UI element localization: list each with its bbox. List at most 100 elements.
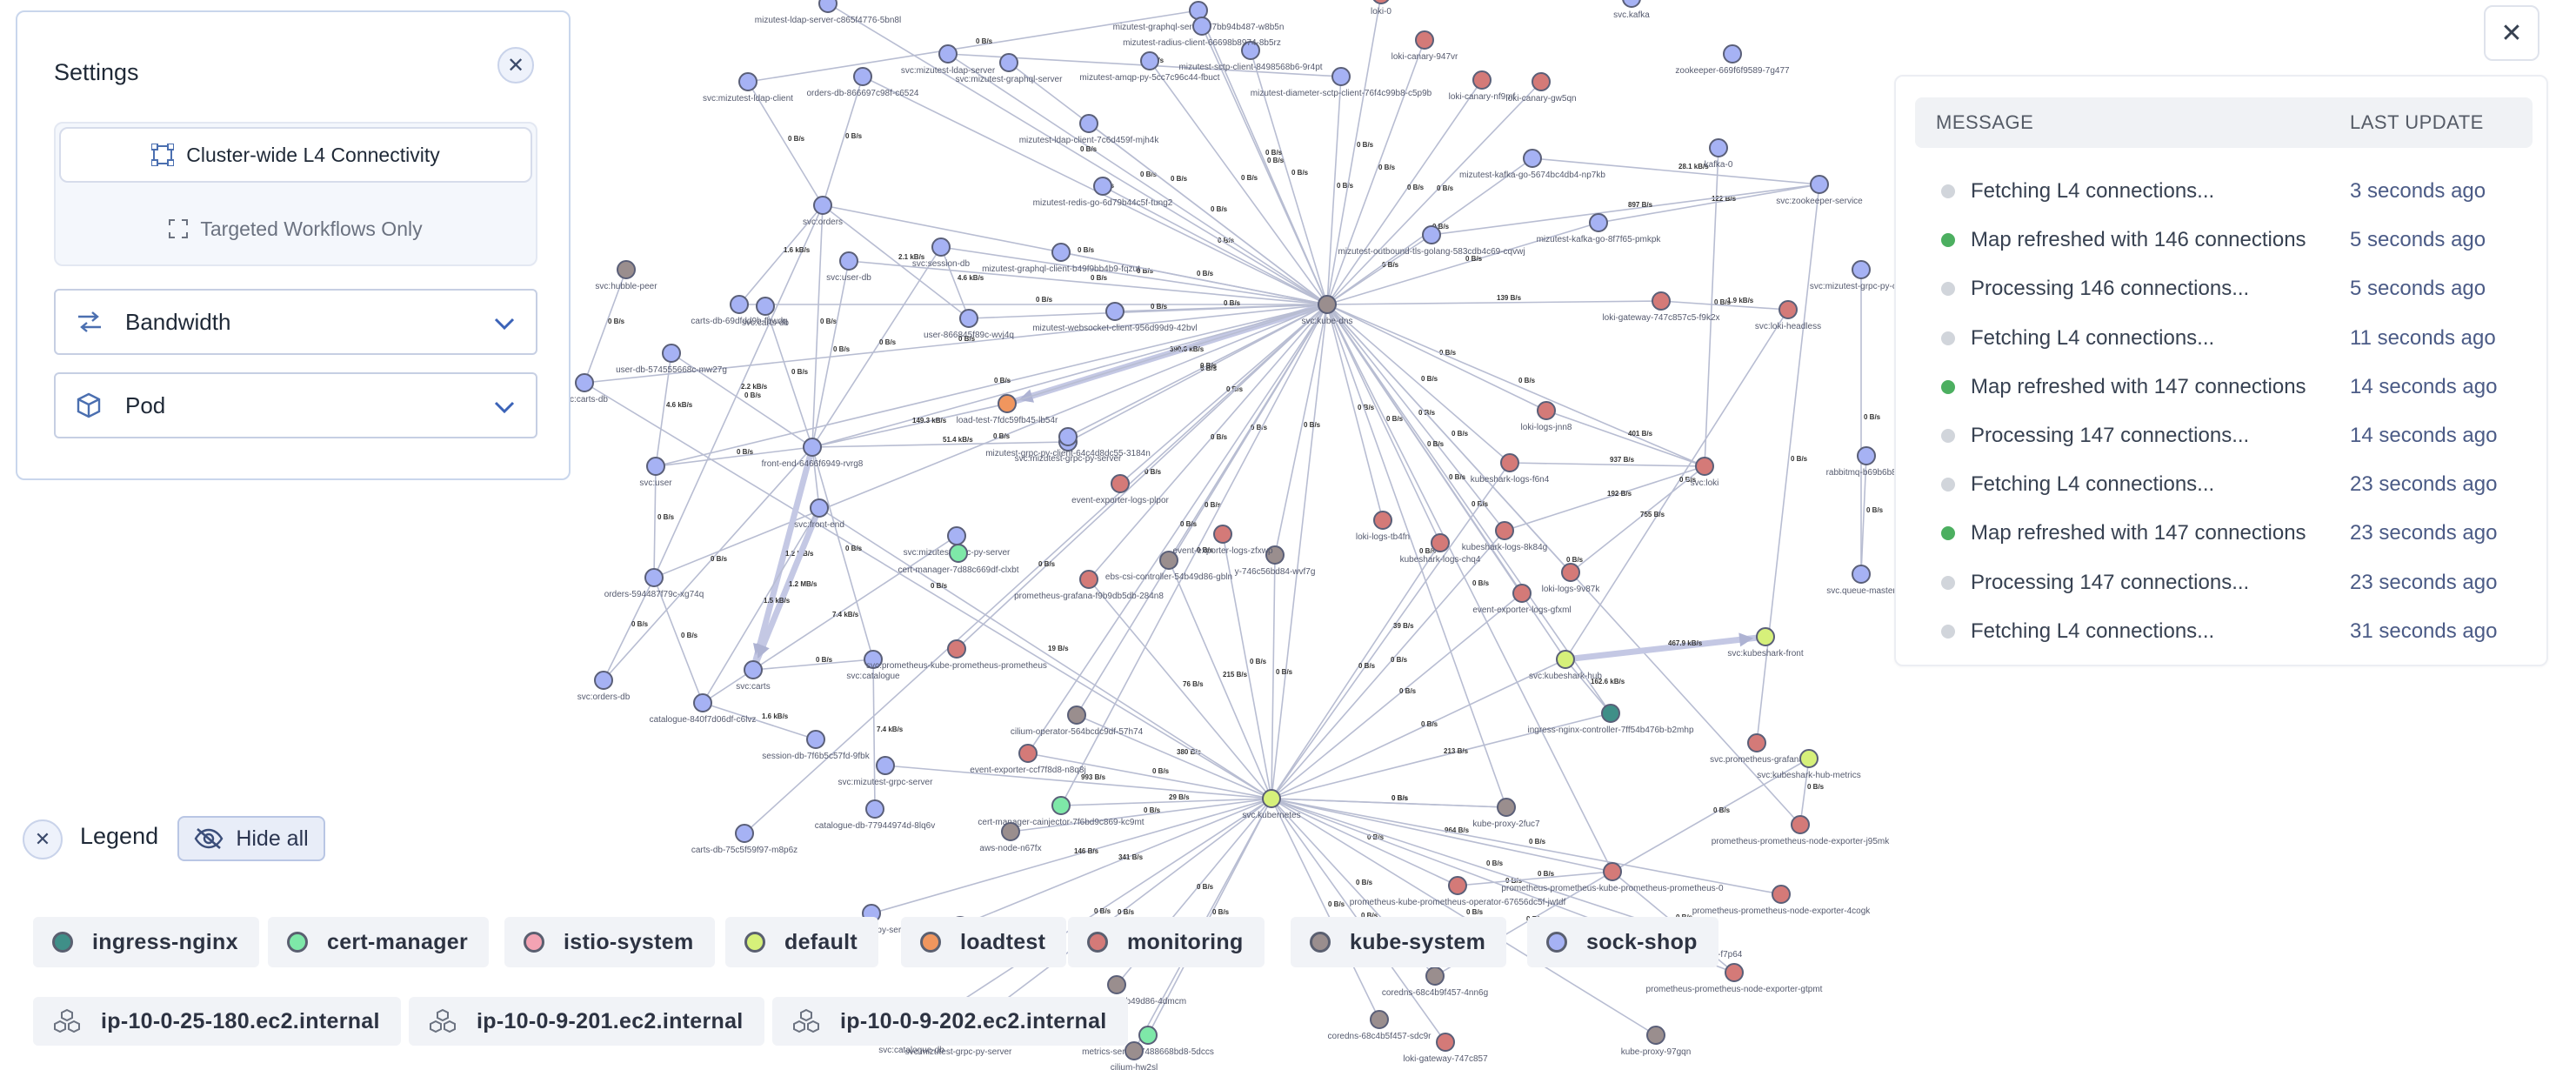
legend-chip-cert-manager[interactable]: cert-manager bbox=[268, 917, 489, 967]
graph-node[interactable]: mizutest-redis-go-6d79b44c5f-tung2 bbox=[1033, 177, 1173, 208]
graph-node[interactable]: kubeshark-logs-8k84g bbox=[1462, 521, 1547, 552]
graph-node[interactable]: coredns-68c4b5f457-sdc9r bbox=[1328, 1010, 1432, 1041]
graph-node[interactable]: mizutest-kafka-go-5674bc4db4-np7kb bbox=[1459, 149, 1605, 180]
graph-node[interactable]: mizutest-outbound-tls-golang-583cdb4c69-… bbox=[1338, 225, 1525, 257]
connection-edge[interactable] bbox=[1168, 559, 1272, 799]
legend-chip-node[interactable]: ip-10-0-25-180.ec2.internal bbox=[33, 997, 401, 1046]
graph-node[interactable]: zookeeper-669f6f9589-7g477 bbox=[1675, 44, 1790, 76]
graph-node[interactable]: ebs-csi-controller-54b49d86-gbln bbox=[1105, 551, 1232, 582]
graph-node[interactable]: ingress-nginx-controller-7ff54b476b-b2mh… bbox=[1527, 704, 1694, 735]
graph-node[interactable]: loki-canary-947vr bbox=[1391, 30, 1458, 62]
graph-node[interactable]: front-end-6466f6949-rvrg8 bbox=[762, 438, 864, 469]
legend-close-button[interactable]: ✕ bbox=[23, 819, 63, 859]
legend-chip-kube-system[interactable]: kube-system bbox=[1291, 917, 1507, 967]
legend-chip-loadtest[interactable]: loadtest bbox=[901, 917, 1067, 967]
cluster-wide-mode-button[interactable]: Cluster-wide L4 Connectivity bbox=[59, 127, 532, 183]
graph-node[interactable]: prometheus-prometheus-node-exporter-gtpm… bbox=[1646, 963, 1823, 994]
map-close-button[interactable]: ✕ bbox=[2484, 5, 2539, 61]
graph-node[interactable]: prometheus-prometheus-node-exporter-j95m… bbox=[1712, 815, 1891, 846]
connection-edge[interactable] bbox=[1509, 462, 1705, 467]
legend-chip-istio-system[interactable]: istio-system bbox=[504, 917, 715, 967]
connection-edge[interactable] bbox=[1271, 798, 1613, 873]
graph-node[interactable]: svc:prometheus-kube-prometheus-prometheu… bbox=[866, 639, 1047, 671]
graph-node[interactable]: svc:user-db bbox=[826, 251, 871, 283]
connection-edge[interactable] bbox=[811, 204, 824, 448]
connection-edge[interactable] bbox=[1088, 578, 1272, 799]
legend-chip-ingress-nginx[interactable]: ingress-nginx bbox=[33, 917, 259, 967]
graph-node[interactable]: svc:zookeeper-service bbox=[1776, 175, 1863, 206]
connection-edge[interactable] bbox=[1326, 0, 1381, 305]
graph-node[interactable]: session-db-7f6b5c57fd-9fbk bbox=[762, 730, 871, 761]
settings-close-button[interactable]: ✕ bbox=[497, 47, 534, 84]
legend-chip-monitoring[interactable]: monitoring bbox=[1068, 917, 1265, 967]
graph-node[interactable]: svc.kafka bbox=[1613, 0, 1650, 20]
connection-edge[interactable] bbox=[1326, 304, 1384, 521]
connection-edge[interactable] bbox=[1570, 465, 1705, 573]
legend-chip-default[interactable]: default bbox=[725, 917, 879, 967]
graph-node[interactable]: svc.queue-master bbox=[1826, 565, 1896, 596]
graph-node[interactable]: carts-db-75c5f59f97-m8p6z bbox=[691, 824, 797, 855]
graph-node[interactable]: svc:mizutest-ldap-server bbox=[901, 44, 996, 76]
graph-node[interactable]: catalogue-db-77944974d-8lq6v bbox=[815, 799, 935, 831]
graph-node[interactable]: svc.prometheus-grafana bbox=[1710, 733, 1804, 765]
connection-edge[interactable] bbox=[1326, 300, 1662, 305]
graph-node[interactable]: svc:hubble-peer bbox=[595, 260, 657, 291]
connection-edge[interactable] bbox=[1799, 758, 1810, 826]
connection-edge[interactable] bbox=[702, 535, 958, 704]
graph-node[interactable]: event-exporter-ccf7f8d8-n8q8j bbox=[970, 744, 1086, 775]
graph-node[interactable]: mizutest-ldap-client-7c6d459f-mjh4k bbox=[1019, 114, 1160, 145]
hide-all-button[interactable]: Hide all bbox=[177, 816, 325, 861]
graph-node[interactable]: svc:mizutest-grpc-server bbox=[838, 756, 934, 787]
connection-edge[interactable] bbox=[968, 304, 1328, 319]
connection-edge[interactable] bbox=[752, 659, 874, 671]
graph-node[interactable]: coredns-68c4b9f457-4nn6g bbox=[1382, 966, 1488, 998]
connection-edge[interactable] bbox=[1088, 304, 1328, 580]
graph-node[interactable]: loki-logs-9v87k bbox=[1542, 563, 1601, 594]
graph-node[interactable]: svc:user bbox=[639, 457, 672, 488]
connection-edge[interactable] bbox=[1271, 554, 1276, 799]
graph-node[interactable]: kube-proxy-2fuc7 bbox=[1472, 798, 1540, 829]
connection-edge[interactable] bbox=[1271, 542, 1441, 799]
connection-edge[interactable] bbox=[750, 506, 823, 672]
graph-node[interactable]: svc:loki-headless bbox=[1755, 300, 1821, 331]
legend-chip-node[interactable]: ip-10-0-9-202.ec2.internal bbox=[772, 997, 1128, 1046]
graph-node[interactable]: loki-0 bbox=[1371, 0, 1391, 17]
connection-edge[interactable] bbox=[811, 446, 874, 660]
connection-edge[interactable] bbox=[1756, 184, 1820, 744]
graph-node[interactable]: svc:carts bbox=[736, 660, 771, 692]
connection-edge[interactable] bbox=[1431, 184, 1820, 236]
graph-node[interactable]: cert-manager-cainjector-7f6bd9c869-kc9mt bbox=[978, 796, 1145, 827]
graph-node[interactable]: loki-canary-gw5qn bbox=[1505, 72, 1577, 104]
connection-edge[interactable] bbox=[1326, 304, 1801, 826]
graph-node[interactable]: load-test-7fdc59fb45-lb54r bbox=[957, 394, 1058, 425]
graph-node[interactable]: svc:orders-db bbox=[577, 671, 631, 702]
legend-chip-sock-shop[interactable]: sock-shop bbox=[1527, 917, 1718, 967]
graph-node[interactable]: cilium-operator-564bcdc9df-57h74 bbox=[1011, 706, 1144, 737]
graph-node[interactable]: catalogue-840f7d06df-c6lvz bbox=[650, 693, 757, 725]
graph-node[interactable]: loki-logs-tb4fn bbox=[1356, 511, 1410, 542]
graph-node[interactable]: kubeshark-logs-f6n4 bbox=[1471, 453, 1550, 485]
graph-node[interactable]: loki-gateway-747c857c5-f9k2x bbox=[1602, 291, 1720, 323]
connection-edge[interactable] bbox=[1326, 304, 1505, 532]
graph-node[interactable]: svc:orders bbox=[803, 196, 843, 227]
graph-node[interactable]: mizutest-ldap-server-c865f4776-5bn8l bbox=[755, 0, 901, 25]
graph-node[interactable]: svc:kubeshark-front bbox=[1727, 627, 1804, 659]
graph-node[interactable]: svc:mizutest-ldap-client bbox=[703, 72, 793, 104]
graph-node[interactable]: mizutest-websocket-client-956d99d9-42bvl bbox=[1032, 302, 1198, 333]
graph-node[interactable]: mizutest-graphql-client-b49f9bb4b9-fqzut bbox=[982, 243, 1140, 274]
legend-chip-node[interactable]: ip-10-0-9-201.ec2.internal bbox=[409, 997, 764, 1046]
graph-node[interactable]: user-db-574555668c-mw27g bbox=[616, 344, 727, 375]
connection-edge[interactable] bbox=[1326, 304, 1441, 544]
connection-edge[interactable] bbox=[1271, 659, 1566, 799]
graph-node[interactable]: user-866845f89c-wvj4q bbox=[924, 309, 1014, 340]
connection-edge[interactable] bbox=[811, 403, 1008, 448]
targeted-mode-button[interactable]: Targeted Workflows Only bbox=[59, 207, 532, 251]
connection-edge[interactable] bbox=[871, 798, 1272, 914]
graph-node[interactable]: event-exporter-logs-plpor bbox=[1071, 474, 1170, 505]
connection-edge[interactable] bbox=[1565, 309, 1789, 660]
connection-edge[interactable] bbox=[1326, 79, 1483, 305]
connection-edge[interactable] bbox=[1326, 76, 1342, 305]
metric-select[interactable]: Bandwidth bbox=[54, 289, 537, 355]
graph-node[interactable]: kafka-0 bbox=[1705, 138, 1733, 170]
group-select[interactable]: Pod bbox=[54, 372, 537, 438]
